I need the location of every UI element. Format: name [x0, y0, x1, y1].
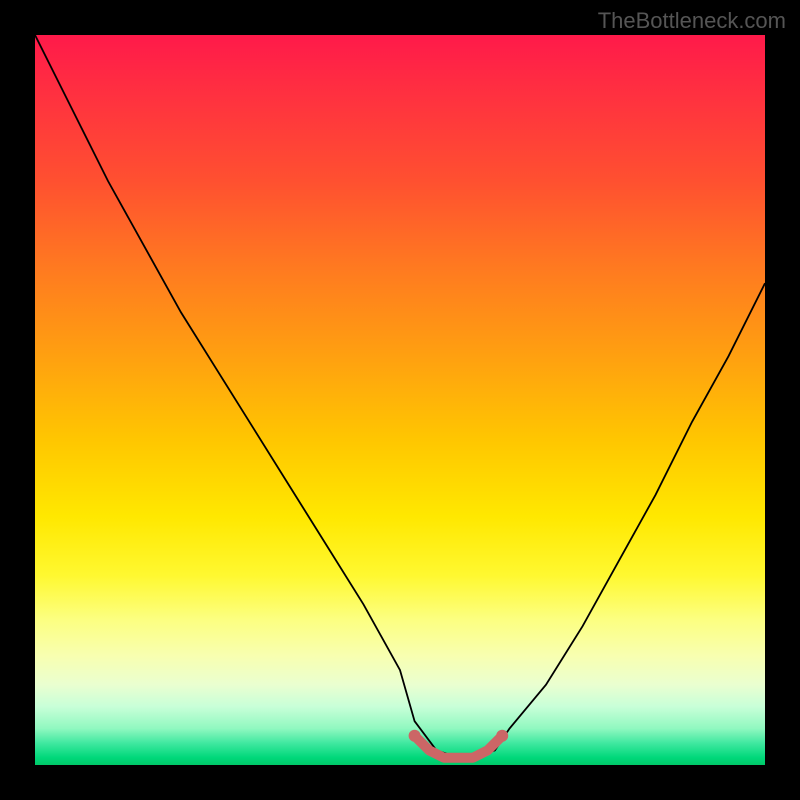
- marker-dot: [409, 730, 421, 742]
- chart-svg: [35, 35, 765, 765]
- watermark-text: TheBottleneck.com: [598, 8, 786, 34]
- curve-path: [35, 35, 765, 758]
- plot-area: [35, 35, 765, 765]
- marker-dot: [496, 730, 508, 742]
